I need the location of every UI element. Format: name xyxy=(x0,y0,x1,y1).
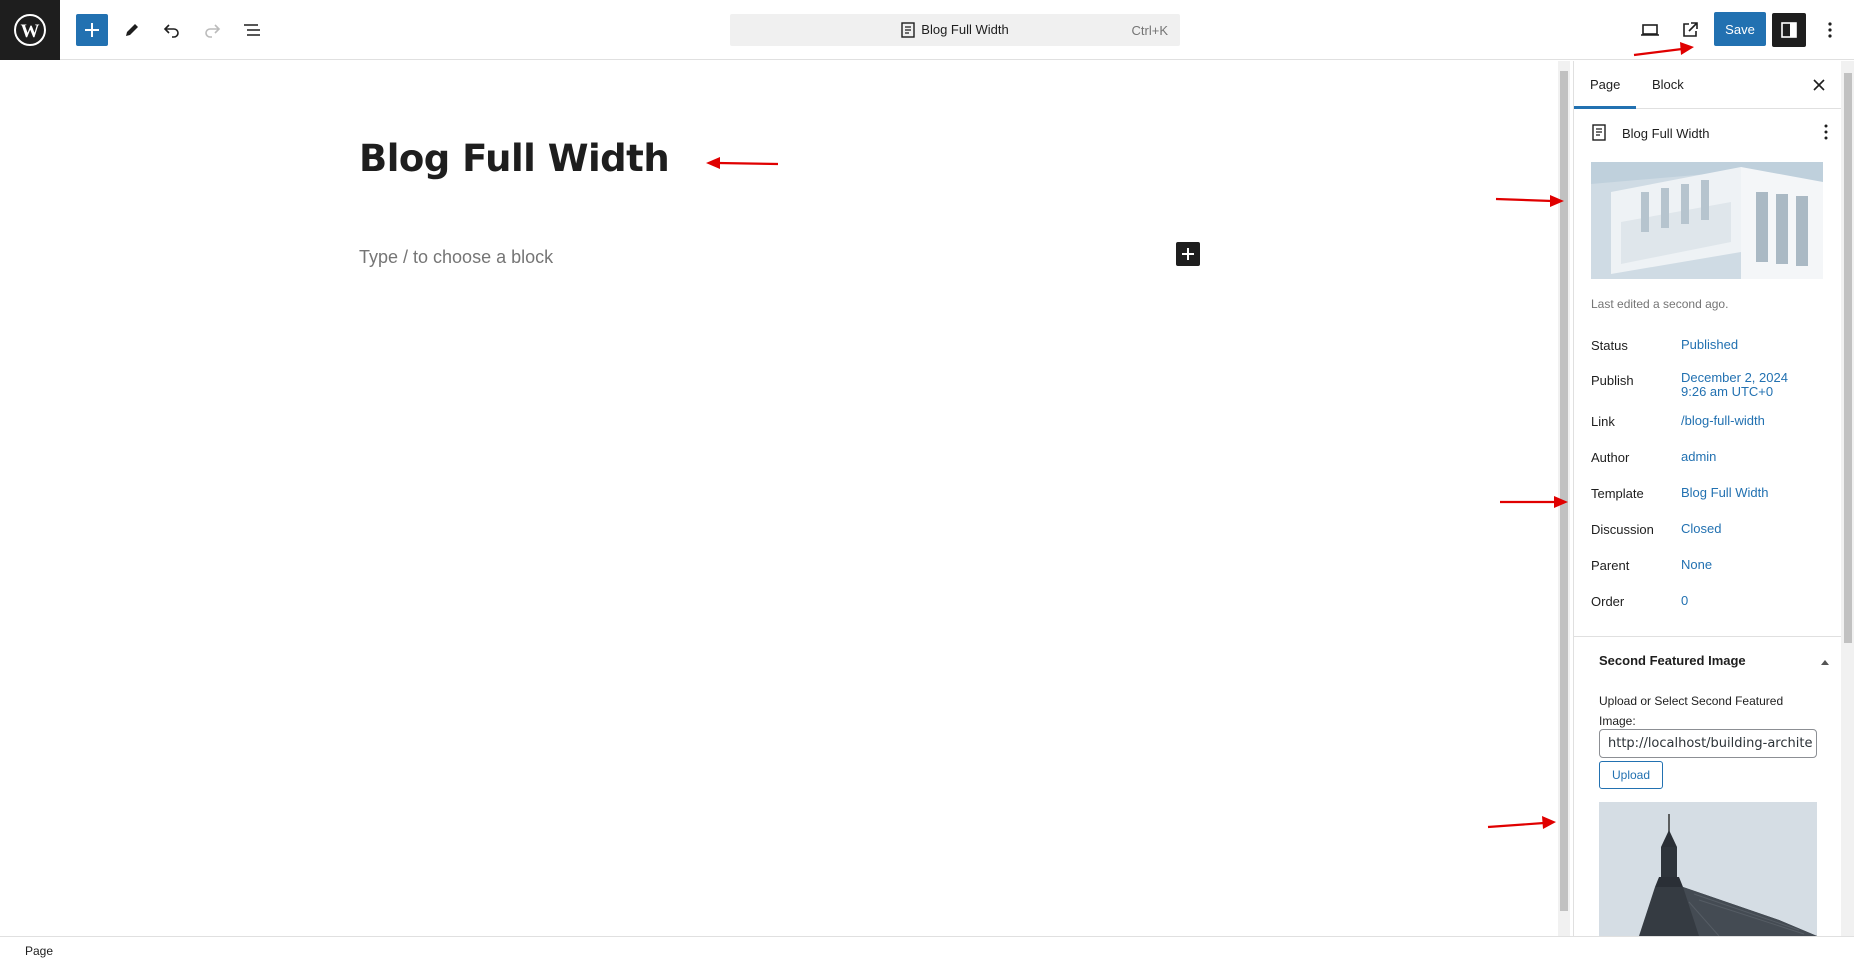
settings-toggle-button[interactable] xyxy=(1772,13,1806,47)
order-value[interactable]: 0 xyxy=(1681,594,1688,608)
close-settings-button[interactable] xyxy=(1803,69,1835,101)
second-image-url-input[interactable]: http://localhost/building-archite xyxy=(1599,729,1817,758)
page-title[interactable]: Blog Full Width xyxy=(359,137,670,180)
editor-canvas: Blog Full Width Type / to choose a block xyxy=(0,61,1570,936)
status-value[interactable]: Published xyxy=(1681,338,1738,352)
annotation-arrow-icon xyxy=(1495,195,1564,207)
page-icon xyxy=(901,22,915,38)
desktop-icon xyxy=(1641,24,1659,36)
tab-page[interactable]: Page xyxy=(1574,61,1636,109)
block-breadcrumb-footer: Page xyxy=(0,936,1854,961)
pencil-icon xyxy=(126,24,138,36)
second-featured-image xyxy=(1599,802,1817,936)
discussion-value[interactable]: Closed xyxy=(1681,522,1721,536)
redo-icon xyxy=(205,24,221,38)
external-link-icon xyxy=(1683,22,1698,37)
svg-text:W: W xyxy=(21,21,40,42)
upload-button[interactable]: Upload xyxy=(1599,761,1663,789)
breadcrumb-item[interactable]: Page xyxy=(25,944,53,958)
command-palette-bar[interactable]: Blog Full Width Ctrl+K xyxy=(730,14,1180,46)
annotation-arrow-icon xyxy=(1633,42,1694,57)
more-vertical-icon[interactable] xyxy=(1823,123,1829,141)
upload-field-label: Upload or Select Second Featured Image: xyxy=(1599,694,1784,728)
publish-time-value[interactable]: 9:26 am UTC+0 xyxy=(1681,385,1773,399)
tab-block[interactable]: Block xyxy=(1636,61,1700,109)
keyboard-shortcut: Ctrl+K xyxy=(1131,22,1168,38)
chevron-up-icon[interactable] xyxy=(1815,657,1835,667)
annotation-arrow-icon xyxy=(1487,816,1556,829)
document-overview-button[interactable] xyxy=(236,14,268,46)
panel-divider xyxy=(1574,636,1841,637)
author-value[interactable]: admin xyxy=(1681,450,1716,464)
template-value[interactable]: Blog Full Width xyxy=(1681,486,1768,500)
parent-value[interactable]: None xyxy=(1681,558,1712,572)
options-menu-button[interactable] xyxy=(1814,14,1846,46)
page-icon xyxy=(1592,124,1606,141)
undo-icon xyxy=(163,24,179,38)
plus-icon xyxy=(1182,248,1194,260)
publish-date-value[interactable]: December 2, 2024 xyxy=(1681,371,1788,385)
annotation-arrow-icon xyxy=(706,157,779,169)
block-placeholder[interactable]: Type / to choose a block xyxy=(359,247,553,268)
redo-button[interactable] xyxy=(196,14,228,46)
wordpress-logo-button[interactable]: W xyxy=(0,0,60,60)
sidebar-document-title: Blog Full Width xyxy=(1622,126,1710,141)
last-edited-text: Last edited a second ago. xyxy=(1591,297,1729,311)
featured-image[interactable] xyxy=(1591,162,1823,279)
undo-button[interactable] xyxy=(156,14,188,46)
second-featured-panel-title[interactable]: Second Featured Image xyxy=(1599,653,1746,668)
plus-icon xyxy=(85,23,99,37)
document-title: Blog Full Width xyxy=(921,21,1009,37)
sidebar-icon xyxy=(1781,22,1797,38)
wordpress-icon: W xyxy=(14,14,46,46)
annotation-arrow-icon xyxy=(1500,496,1568,508)
sidebar-scrollbar[interactable] xyxy=(1841,61,1854,936)
close-icon xyxy=(1813,79,1825,91)
editor-header: W Blog Full Width Ctrl+K Save xyxy=(0,0,1854,60)
link-value[interactable]: /blog-full-width xyxy=(1681,414,1765,428)
tools-button[interactable] xyxy=(116,14,148,46)
settings-sidebar: Page Block Blog Full Width Last edited a… xyxy=(1573,61,1841,936)
block-inserter-button[interactable] xyxy=(76,14,108,46)
list-view-icon xyxy=(244,24,260,36)
save-button[interactable]: Save xyxy=(1714,12,1766,46)
add-block-button[interactable] xyxy=(1176,242,1200,266)
more-vertical-icon xyxy=(1828,22,1832,38)
